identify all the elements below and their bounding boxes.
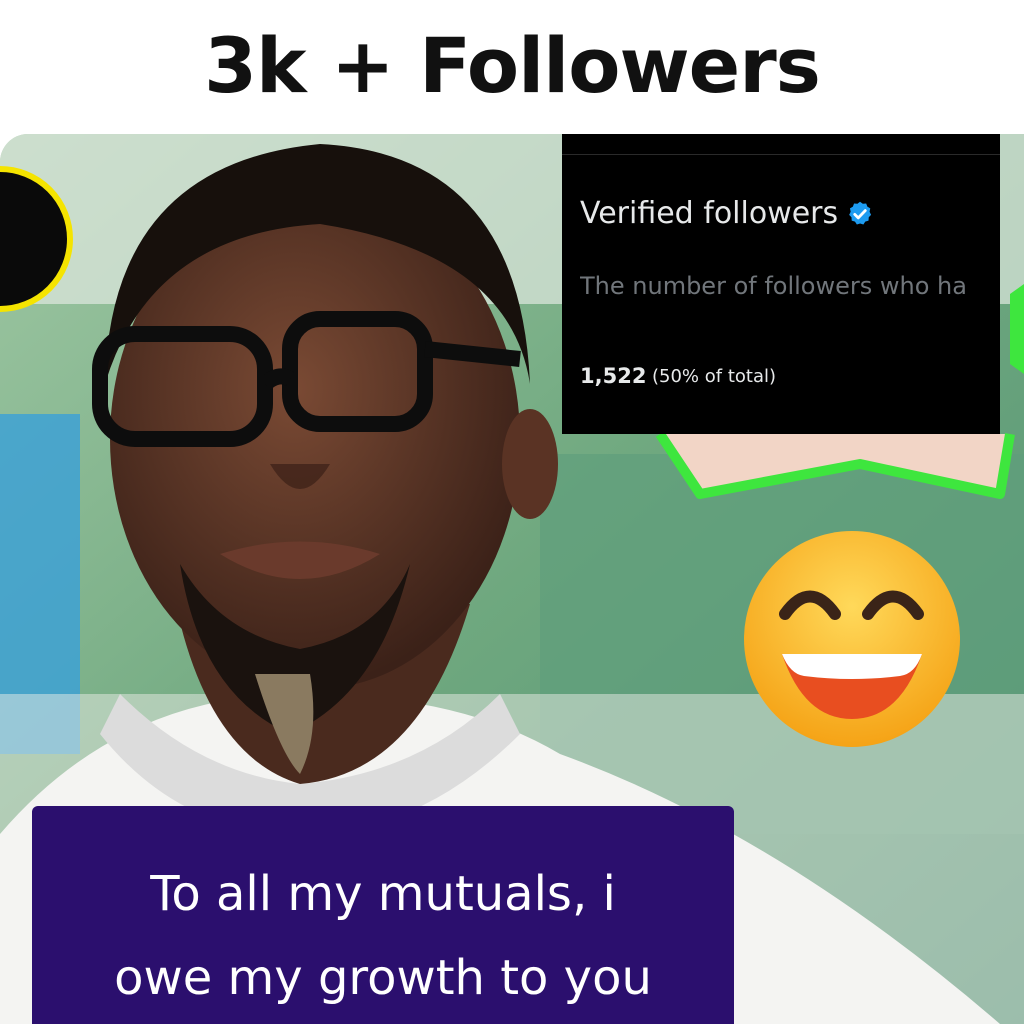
caption-line-1: To all my mutuals, i — [150, 866, 616, 922]
grinning-emoji-icon — [744, 531, 960, 747]
headline-bar: 3k + Followers — [0, 0, 1024, 130]
verified-count: 1,522 — [580, 364, 647, 388]
verified-badge-icon — [849, 201, 872, 224]
verified-followers-card: Verified followers The number of followe… — [562, 134, 1000, 434]
headline-text: 3k + Followers — [204, 20, 821, 110]
caption-line-2: owe my growth to you — [114, 950, 652, 1006]
card-divider — [562, 154, 1000, 155]
card-title-text: Verified followers — [580, 196, 839, 231]
card-description: The number of followers who ha — [580, 272, 967, 300]
card-title: Verified followers — [580, 196, 874, 231]
verified-percent: (50% of total) — [652, 366, 777, 387]
